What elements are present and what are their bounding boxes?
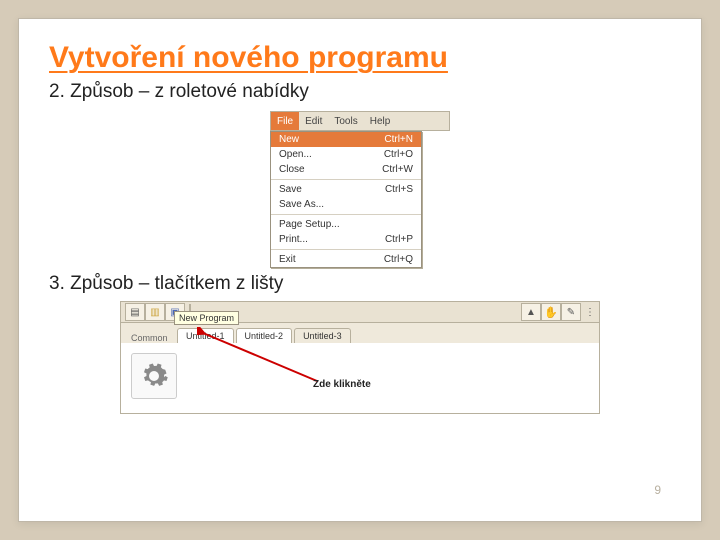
pointer-icon: ▲ [526, 307, 536, 318]
pointer-button[interactable]: ▲ [521, 303, 541, 321]
canvas-area: Zde klikněte [120, 343, 600, 414]
menu-file[interactable]: File [271, 112, 299, 130]
monitor-illustration [481, 176, 533, 220]
hand-button[interactable]: ✋ [541, 303, 561, 321]
menu-item-saveas[interactable]: Save As... [271, 197, 421, 212]
menu-tools[interactable]: Tools [328, 116, 363, 127]
comment-button[interactable]: ✎ [561, 303, 581, 321]
menu-item-print[interactable]: Print...Ctrl+P [271, 232, 421, 247]
slide-title: Vytvoření nového programu [49, 41, 671, 75]
tooltip-new-program: New Program [174, 311, 239, 325]
menu-edit[interactable]: Edit [299, 116, 328, 127]
comment-icon: ✎ [567, 307, 575, 318]
menu-item-save[interactable]: SaveCtrl+S [271, 182, 421, 197]
menu-help[interactable]: Help [364, 116, 397, 127]
menu-item-exit[interactable]: ExitCtrl+Q [271, 252, 421, 267]
slide: Vytvoření nového programu 2. Způsob – z … [18, 18, 702, 522]
menu-item-close[interactable]: CloseCtrl+W [271, 162, 421, 177]
new-program-icon: ▤ [130, 307, 139, 318]
section-2-heading: 2. Způsob – z roletové nabídky [49, 81, 671, 103]
toolbar-overflow-icon[interactable]: ⋮ [585, 304, 595, 320]
tab-bar: Common New Program Untitled-1 Untitled-2… [120, 323, 600, 343]
hand-icon: ✋ [544, 306, 558, 319]
section-3-heading: 3. Způsob – tlačítkem z lišty [49, 273, 671, 295]
menu-bar: File Edit Tools Help [270, 111, 450, 131]
palette-label: Common [127, 333, 177, 343]
new-program-button[interactable]: ▤ [125, 303, 145, 321]
figure-2: ▤ ▥ ▣ ▲ ✋ ✎ ⋮ Common New Program Untitle… [120, 301, 600, 414]
tab-untitled-1[interactable]: New Program Untitled-1 [177, 328, 234, 343]
menu-item-pagesetup[interactable]: Page Setup... [271, 217, 421, 232]
menu-item-new[interactable]: NewCtrl+N [271, 132, 421, 147]
open-button[interactable]: ▥ [145, 303, 165, 321]
open-icon: ▥ [150, 307, 159, 318]
tab-untitled-3[interactable]: Untitled-3 [294, 328, 351, 343]
page-number: 9 [654, 483, 661, 497]
figure-1: minds File Edit Tools Help NewCtrl+N Ope… [210, 107, 510, 267]
menu-item-open[interactable]: Open...Ctrl+O [271, 147, 421, 162]
tab-untitled-2[interactable]: Untitled-2 [236, 328, 293, 343]
file-dropdown: NewCtrl+N Open...Ctrl+O CloseCtrl+W Save… [270, 131, 422, 268]
start-block[interactable] [131, 353, 177, 399]
click-here-label: Zde klikněte [313, 379, 371, 390]
gear-icon [139, 361, 169, 391]
